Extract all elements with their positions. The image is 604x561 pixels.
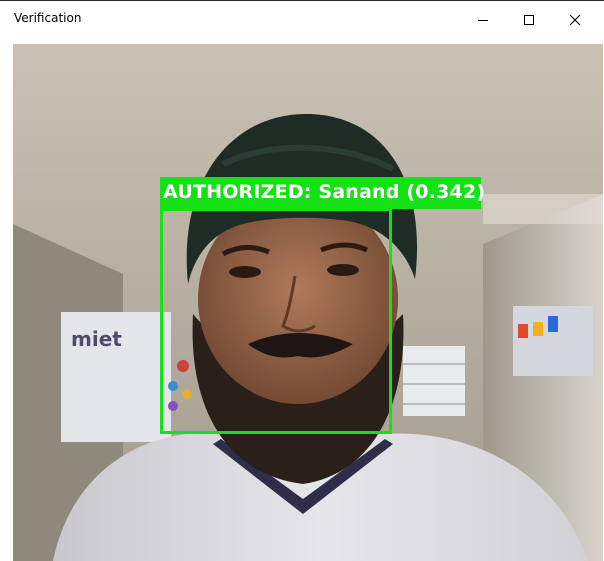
close-button[interactable] (552, 1, 598, 39)
window-title: Verification (14, 11, 82, 25)
poster-text: miet (71, 327, 122, 351)
poster-badge (533, 322, 543, 336)
minimize-icon (478, 20, 488, 21)
window-blinds (403, 346, 465, 416)
title-bar[interactable]: Verification (0, 1, 604, 39)
ceiling-light (483, 194, 603, 224)
minimize-button[interactable] (460, 1, 506, 39)
maximize-icon (524, 15, 534, 25)
poster-badge (548, 316, 558, 332)
close-icon (569, 14, 581, 26)
camera-feed: miet AUTHORIZED: Sanand (0.342) (13, 44, 603, 561)
detection-label: AUTHORIZED: Sanand (0.342) (163, 181, 486, 203)
poster-badge (518, 324, 528, 338)
face-bounding-box (160, 208, 392, 434)
verification-window: Verification miet AUTHORIZED: Sanand (0.… (0, 0, 604, 561)
maximize-button[interactable] (506, 1, 552, 39)
